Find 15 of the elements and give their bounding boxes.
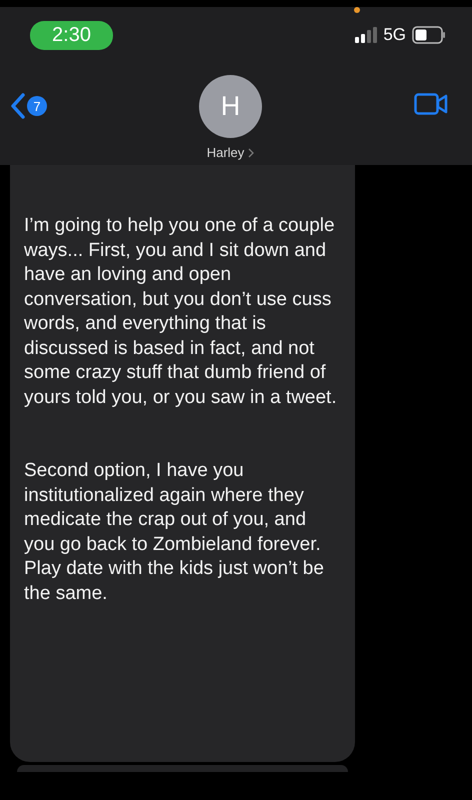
back-chevron-icon: [10, 93, 26, 119]
status-time: 2:30: [30, 20, 113, 50]
contact-name[interactable]: Harley: [206, 145, 244, 160]
battery-icon: [412, 26, 446, 44]
message-paragraph: I’m going to help you one of a couple ways... First, you and I sit down and have an loving and open conversation, but you don’t use cuss words, and everything that is discussed is based in fact, and not some crazy stuff that dumb friend of yours told you, or you saw in a tweet.: [24, 214, 338, 410]
video-camera-icon: [414, 93, 448, 115]
unread-badge: 7: [27, 96, 47, 116]
contact-avatar[interactable]: H: [199, 75, 262, 138]
signal-icon: [355, 27, 378, 43]
message-paragraph: Second option, I have you institutionalized again where they medicate the crap out of you, and you go back to Zombieland forever. Play date with the kids just won’t be the same.: [24, 459, 325, 606]
back-button[interactable]: 7: [10, 93, 47, 119]
video-call-button[interactable]: [414, 93, 448, 118]
network-label: 5G: [383, 25, 406, 45]
recording-indicator-icon: [354, 7, 360, 13]
chevron-right-icon: [248, 148, 254, 158]
